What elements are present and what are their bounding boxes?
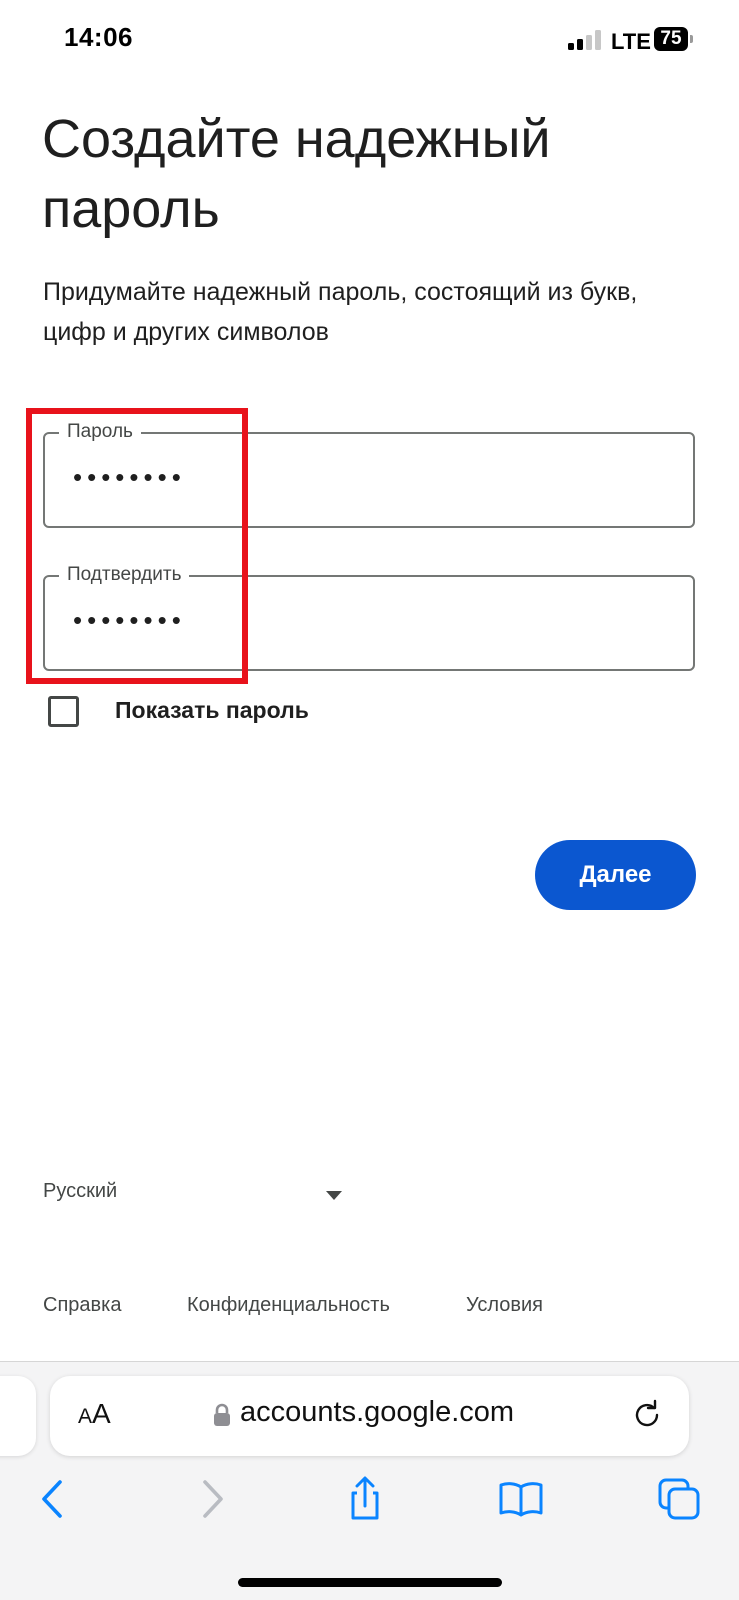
privacy-link[interactable]: Конфиденциальность — [187, 1294, 390, 1317]
show-password-checkbox[interactable] — [48, 696, 79, 727]
back-icon[interactable] — [31, 1476, 77, 1522]
highlight-annotation-box — [26, 408, 248, 684]
text-size-button[interactable]: AA — [78, 1398, 111, 1430]
reload-icon[interactable] — [630, 1398, 664, 1432]
forward-icon[interactable] — [188, 1476, 234, 1522]
terms-link[interactable]: Условия — [466, 1294, 543, 1317]
status-time: 14:06 — [64, 22, 133, 52]
tabs-icon[interactable] — [656, 1476, 702, 1522]
help-link[interactable]: Справка — [43, 1294, 121, 1317]
page-subtitle: Придумайте надежный пароль, состоящий из… — [43, 278, 638, 346]
language-select-value: Русский — [43, 1180, 118, 1202]
battery-icon: 75 — [654, 27, 688, 51]
share-icon[interactable] — [342, 1476, 388, 1522]
page-title: Создайте надежный пароль — [42, 109, 551, 239]
show-password-label[interactable]: Показать пароль — [115, 697, 309, 724]
previous-tab-card[interactable] — [0, 1376, 36, 1456]
lock-icon — [214, 1403, 230, 1426]
dropdown-arrow-icon — [326, 1191, 342, 1200]
network-type: LTE — [611, 29, 651, 54]
url-text: accounts.google.com — [240, 1396, 515, 1428]
battery-tip — [690, 35, 693, 43]
address-bar[interactable]: AA accounts.google.com — [50, 1376, 689, 1456]
next-button[interactable]: Далее — [535, 840, 696, 910]
language-select[interactable]: Русский — [43, 1180, 343, 1214]
home-indicator — [238, 1578, 502, 1587]
bookmarks-icon[interactable] — [498, 1476, 544, 1522]
cellular-signal-icon — [568, 30, 602, 50]
